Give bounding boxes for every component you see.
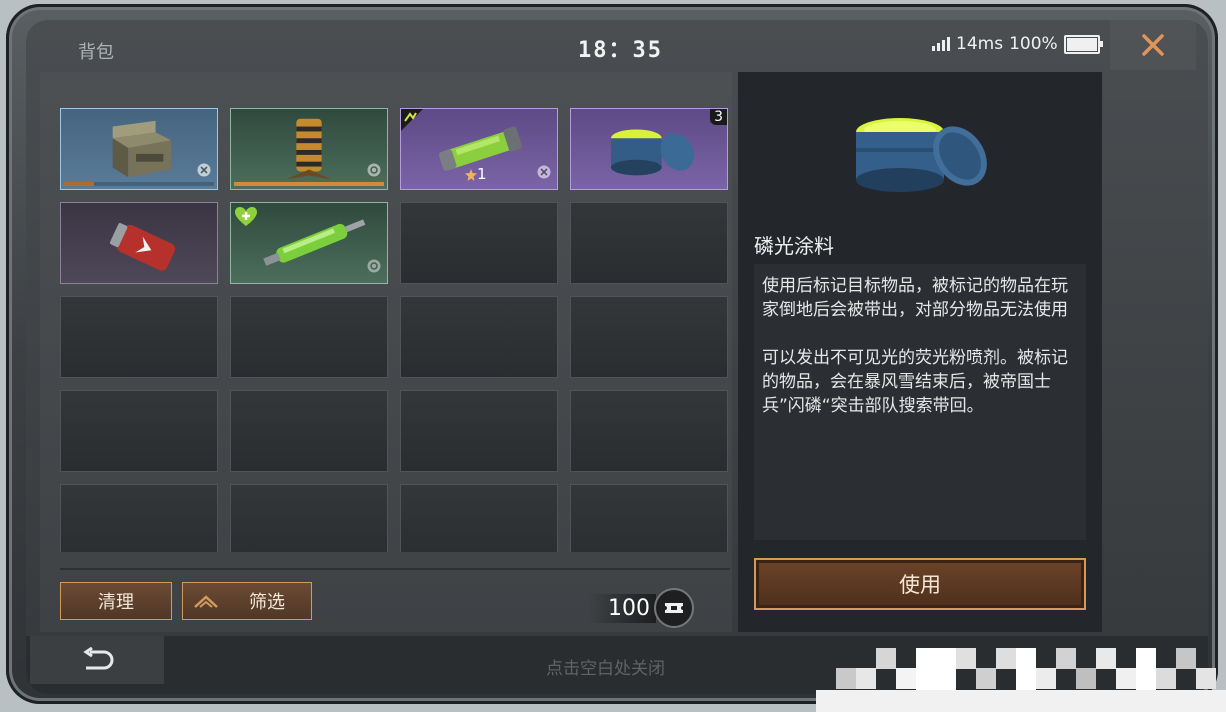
recycle-icon xyxy=(367,163,381,177)
durability-bar xyxy=(234,182,384,186)
dismantle-icon xyxy=(537,165,551,179)
inventory-slot-empty[interactable] xyxy=(400,484,558,552)
inventory-slot-red-grenade[interactable] xyxy=(60,202,218,284)
red-grenade-icon xyxy=(109,223,176,271)
pixelated-watermark xyxy=(796,628,1226,712)
status-bar: 14ms 100% xyxy=(932,34,1103,54)
inventory-slot-empty[interactable] xyxy=(570,202,728,284)
tier-icon xyxy=(465,169,477,181)
recycle-icon xyxy=(367,259,381,273)
use-button[interactable]: 使用 xyxy=(754,558,1086,610)
item-effect-text: 使用后标记目标物品，被标记的物品在玩家倒地后会被带出，对部分物品无法使用 xyxy=(762,276,1068,320)
inventory-slot-empty[interactable] xyxy=(60,484,218,552)
paint-jar-preview-icon xyxy=(856,118,987,192)
grid-divider xyxy=(60,568,730,570)
item-lore-text: 可以发出不可见光的荧光粉喷剂。被标记的物品，会在暴风雪结束后，被帝国士兵”闪磷“… xyxy=(762,348,1068,416)
battery-icon xyxy=(1063,34,1103,54)
inventory-slot-empty[interactable] xyxy=(230,390,388,472)
battery-label: 100% xyxy=(1009,34,1058,54)
close-icon xyxy=(1142,34,1164,56)
inventory-slot-empty[interactable] xyxy=(60,390,218,472)
ammo-crate-icon xyxy=(112,120,172,178)
inventory-slot-ammo-crate[interactable] xyxy=(60,108,218,190)
inventory-slot-empty[interactable] xyxy=(400,202,558,284)
filter-label: 筛选 xyxy=(249,592,285,613)
currency-display: 100 xyxy=(588,588,694,628)
inventory-slot-empty[interactable] xyxy=(570,390,728,472)
ping-label: 14ms xyxy=(956,34,1004,54)
paint-jar-icon xyxy=(610,129,694,176)
currency-amount: 100 xyxy=(588,593,656,623)
inventory-slot-green-syringe[interactable] xyxy=(230,202,388,284)
item-description-box: 使用后标记目标物品，被标记的物品在玩家倒地后会被带出，对部分物品无法使用 可以发… xyxy=(754,264,1086,540)
inventory-slot-empty[interactable] xyxy=(570,484,728,552)
back-arrow-icon xyxy=(83,647,114,670)
inventory-slot-empty[interactable] xyxy=(230,296,388,378)
item-quantity: 1 xyxy=(477,165,487,183)
inventory-grid: 1 3 xyxy=(60,108,730,552)
clean-button[interactable]: 清理 xyxy=(60,582,172,620)
filter-button[interactable]: 筛选 xyxy=(182,582,312,620)
back-button[interactable] xyxy=(30,636,164,684)
stack-count-badge: 3 xyxy=(710,109,727,125)
inventory-slot-empty[interactable] xyxy=(570,296,728,378)
page-title: 背包 xyxy=(78,42,114,63)
filter-icon xyxy=(194,595,218,608)
item-detail-panel: 磷光涂料 使用后标记目标物品，被标记的物品在玩家倒地后会被带出，对部分物品无法使… xyxy=(738,72,1102,632)
inventory-slot-battery-coil[interactable] xyxy=(230,108,388,190)
close-hint: 点击空白处关闭 xyxy=(546,659,665,679)
clock: 18：35 xyxy=(578,38,663,63)
inventory-slot-empty[interactable] xyxy=(230,484,388,552)
inventory-slot-phosphor-paint[interactable]: 3 xyxy=(570,108,728,190)
ticket-icon xyxy=(654,588,694,628)
inventory-slot-empty[interactable] xyxy=(60,296,218,378)
battery-coil-icon xyxy=(286,118,332,180)
device-frame: 背包 18：35 14ms 100% 1 3 清理 筛选 100 磷光涂料 使用… xyxy=(6,4,1218,704)
game-screen: 背包 18：35 14ms 100% 1 3 清理 筛选 100 磷光涂料 使用… xyxy=(26,20,1208,694)
durability-track xyxy=(64,182,214,186)
green-syringe-icon xyxy=(263,219,366,266)
close-button[interactable] xyxy=(1110,20,1196,70)
inventory-slot-empty[interactable] xyxy=(400,390,558,472)
inventory-panel: 1 3 清理 筛选 100 xyxy=(40,72,732,632)
inventory-slot-green-canister[interactable]: 1 xyxy=(400,108,558,190)
inventory-slot-empty[interactable] xyxy=(400,296,558,378)
item-name: 磷光涂料 xyxy=(754,234,834,258)
signal-icon xyxy=(932,37,950,51)
dismantle-icon xyxy=(197,163,211,177)
